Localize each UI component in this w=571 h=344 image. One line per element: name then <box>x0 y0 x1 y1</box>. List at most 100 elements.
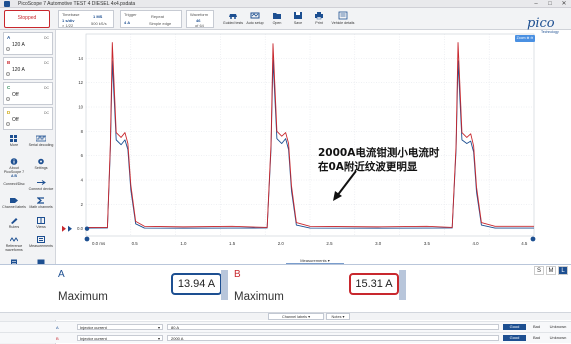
guided-tests-button[interactable]: Guided tests <box>222 10 244 28</box>
measurements-label: Measurements <box>29 244 53 248</box>
measurement-a-value: 13.94 A <box>171 273 222 295</box>
y-tick-label: 12 <box>78 80 83 85</box>
measurements-tab[interactable]: Measurements ▾ <box>286 257 344 264</box>
channel-a-letter: A <box>7 35 11 40</box>
probe-b-select[interactable]: Injector current ▾ <box>77 335 163 341</box>
probe-a-good-button[interactable]: Good <box>503 324 526 330</box>
minimize-button[interactable]: – <box>529 0 543 8</box>
size-small-button[interactable]: S <box>534 266 544 275</box>
probe-row-b: B Injector current ▾ 2000 A Good Bad Unkn… <box>0 332 571 343</box>
picoscope-window: PicoScope 7 Automotive TEST 4 DIESEL 4x4… <box>0 0 571 344</box>
channel-b-control[interactable]: B 120 A DC <box>3 57 53 80</box>
open-button[interactable]: Open <box>266 10 288 28</box>
print-label: Print <box>315 21 323 25</box>
app-icon <box>4 1 10 7</box>
more-label: More <box>9 143 19 147</box>
channel-b-coupling: DC <box>43 61 49 65</box>
channel-d-range: Off <box>12 117 19 123</box>
measurement-b-name: Maximum <box>234 291 284 303</box>
tab-channel-labels[interactable]: Channel labels ▾ <box>268 313 324 320</box>
tab-notes-text: Notes <box>331 315 342 319</box>
ruler-handle-right <box>530 236 536 242</box>
device-channel-badge-text: A B <box>10 174 18 178</box>
more-button[interactable]: More <box>1 134 27 154</box>
auto-setup-label: Auto setup <box>246 21 264 25</box>
annotation-line-1: 2000A电流钳测小电流时 <box>318 147 440 159</box>
size-medium-button[interactable]: M <box>546 266 556 275</box>
zoom-control[interactable]: Zoom ⊕ ⊖ <box>515 35 535 42</box>
channel-c-control[interactable]: C Off DC <box>3 82 53 105</box>
annotation-arrow <box>333 170 357 201</box>
pico-logo-text: pico <box>527 16 555 31</box>
measurement-b-handle[interactable] <box>399 270 406 300</box>
timebase-control[interactable]: Timebase 1 s/div × 1/22 1 MS 500 kS/s <box>58 10 114 28</box>
maximize-button[interactable]: □ <box>543 0 557 8</box>
channel-a-control[interactable]: A 120 A DC <box>3 32 53 55</box>
channel-c-power-icon[interactable] <box>6 97 10 101</box>
views-icon <box>37 217 45 224</box>
stopped-button[interactable]: Stopped <box>4 10 50 28</box>
measurements-tab-label: Measurements <box>300 258 327 263</box>
tab-channel-labels-text: Channel labels <box>281 315 308 319</box>
channel-d-control[interactable]: D Off DC <box>3 107 53 130</box>
vehicle-details-button[interactable]: Vehicle details <box>330 10 356 28</box>
measurement-b-channel: B <box>234 269 241 280</box>
waveform-control[interactable]: Waveform 46 of 64 <box>186 10 214 28</box>
chevron-down-icon: ▾ <box>157 336 160 341</box>
views-label: Views <box>36 225 46 229</box>
views-button[interactable]: Views <box>28 216 54 236</box>
probe-b-note-input[interactable]: 2000 A <box>167 335 499 341</box>
settings-button[interactable]: Settings <box>28 157 54 177</box>
scope-view[interactable]: 14 12 10 8 6 4 2 0.0 0.0 ms 0.5 1.0 1.5 2.0 2.5 3.0 3.… <box>58 30 544 248</box>
channel-b-power-icon[interactable] <box>6 72 10 76</box>
timebase-label: Timebase <box>62 12 80 17</box>
channel-a-range: 120 A <box>12 42 25 48</box>
probe-a-note-input[interactable]: 80 A <box>167 324 499 330</box>
channel-labels-button[interactable]: Channel labels <box>1 196 27 216</box>
tab-notes[interactable]: Notes ▾ <box>326 313 350 320</box>
usb-icon <box>37 180 46 185</box>
connect-device-button[interactable]: Connect device <box>28 178 54 198</box>
guided-tests-label: Guided tests <box>222 21 244 25</box>
rulers-button[interactable]: Rulers <box>1 216 27 236</box>
measurement-a-handle[interactable] <box>221 270 228 300</box>
x-tick-label: 1.0 <box>180 241 187 246</box>
scope-graph[interactable]: 14 12 10 8 6 4 2 0.0 0.0 ms 0.5 1.0 1.5 2.0 2.5 3.0 3.… <box>58 30 544 248</box>
save-button[interactable]: Save <box>287 10 309 28</box>
math-channels-button[interactable]: Math channels <box>28 196 54 216</box>
window-title: PicoScope 7 Automotive TEST 4 DIESEL 4x4… <box>18 1 136 7</box>
print-button[interactable]: Print <box>308 10 330 28</box>
connect-disconnect-toggle[interactable]: Connect/Disc <box>1 182 27 191</box>
channel-c-coupling: DC <box>43 86 49 90</box>
auto-setup-icon <box>250 12 260 19</box>
open-label: Open <box>272 21 282 25</box>
probe-a-unknown-button[interactable]: Unknown <box>547 324 569 330</box>
channel-d-power-icon[interactable] <box>6 122 10 126</box>
measurements-button[interactable]: Measurements <box>28 235 54 255</box>
serial-decoding-button[interactable]: Serial decoding <box>28 134 54 154</box>
connect-disconnect-label: Connect/Disc <box>3 182 25 186</box>
channel-a-power-icon[interactable] <box>6 47 10 51</box>
channel-c-range: Off <box>12 92 19 98</box>
size-large-button[interactable]: L <box>558 266 568 275</box>
trigger-control[interactable]: Trigger 4 A Repeat Simple edge <box>120 10 182 28</box>
pico-logo-sub: Technology <box>541 30 559 34</box>
probe-b-bad-button[interactable]: Bad <box>530 335 543 341</box>
timebase-zoom: × 1/22 <box>62 23 74 28</box>
probe-b-unknown-button[interactable]: Unknown <box>547 335 569 341</box>
probe-a-select[interactable]: Injector current ▾ <box>77 324 163 330</box>
serial-decoding-label: Serial decoding <box>28 143 54 147</box>
grid-icon <box>10 135 17 142</box>
probe-b-good-button[interactable]: Good <box>503 335 526 341</box>
vehicle-details-label: Vehicle details <box>331 21 355 25</box>
about-label: About PicoScope 7 <box>3 166 25 174</box>
probe-a-bad-button[interactable]: Bad <box>530 324 543 330</box>
save-icon <box>294 12 302 19</box>
x-tick-label: 4.0 <box>473 241 480 246</box>
auto-setup-button[interactable]: Auto setup <box>244 10 266 28</box>
reference-waveforms-button[interactable]: Reference waveforms <box>1 235 27 259</box>
channel-b-range: 120 A <box>12 67 25 73</box>
probe-row-a: A Injector current ▾ 80 A Good Bad Unknow… <box>0 321 571 332</box>
close-button[interactable]: ✕ <box>557 0 571 8</box>
trigger-marker <box>84 226 90 231</box>
